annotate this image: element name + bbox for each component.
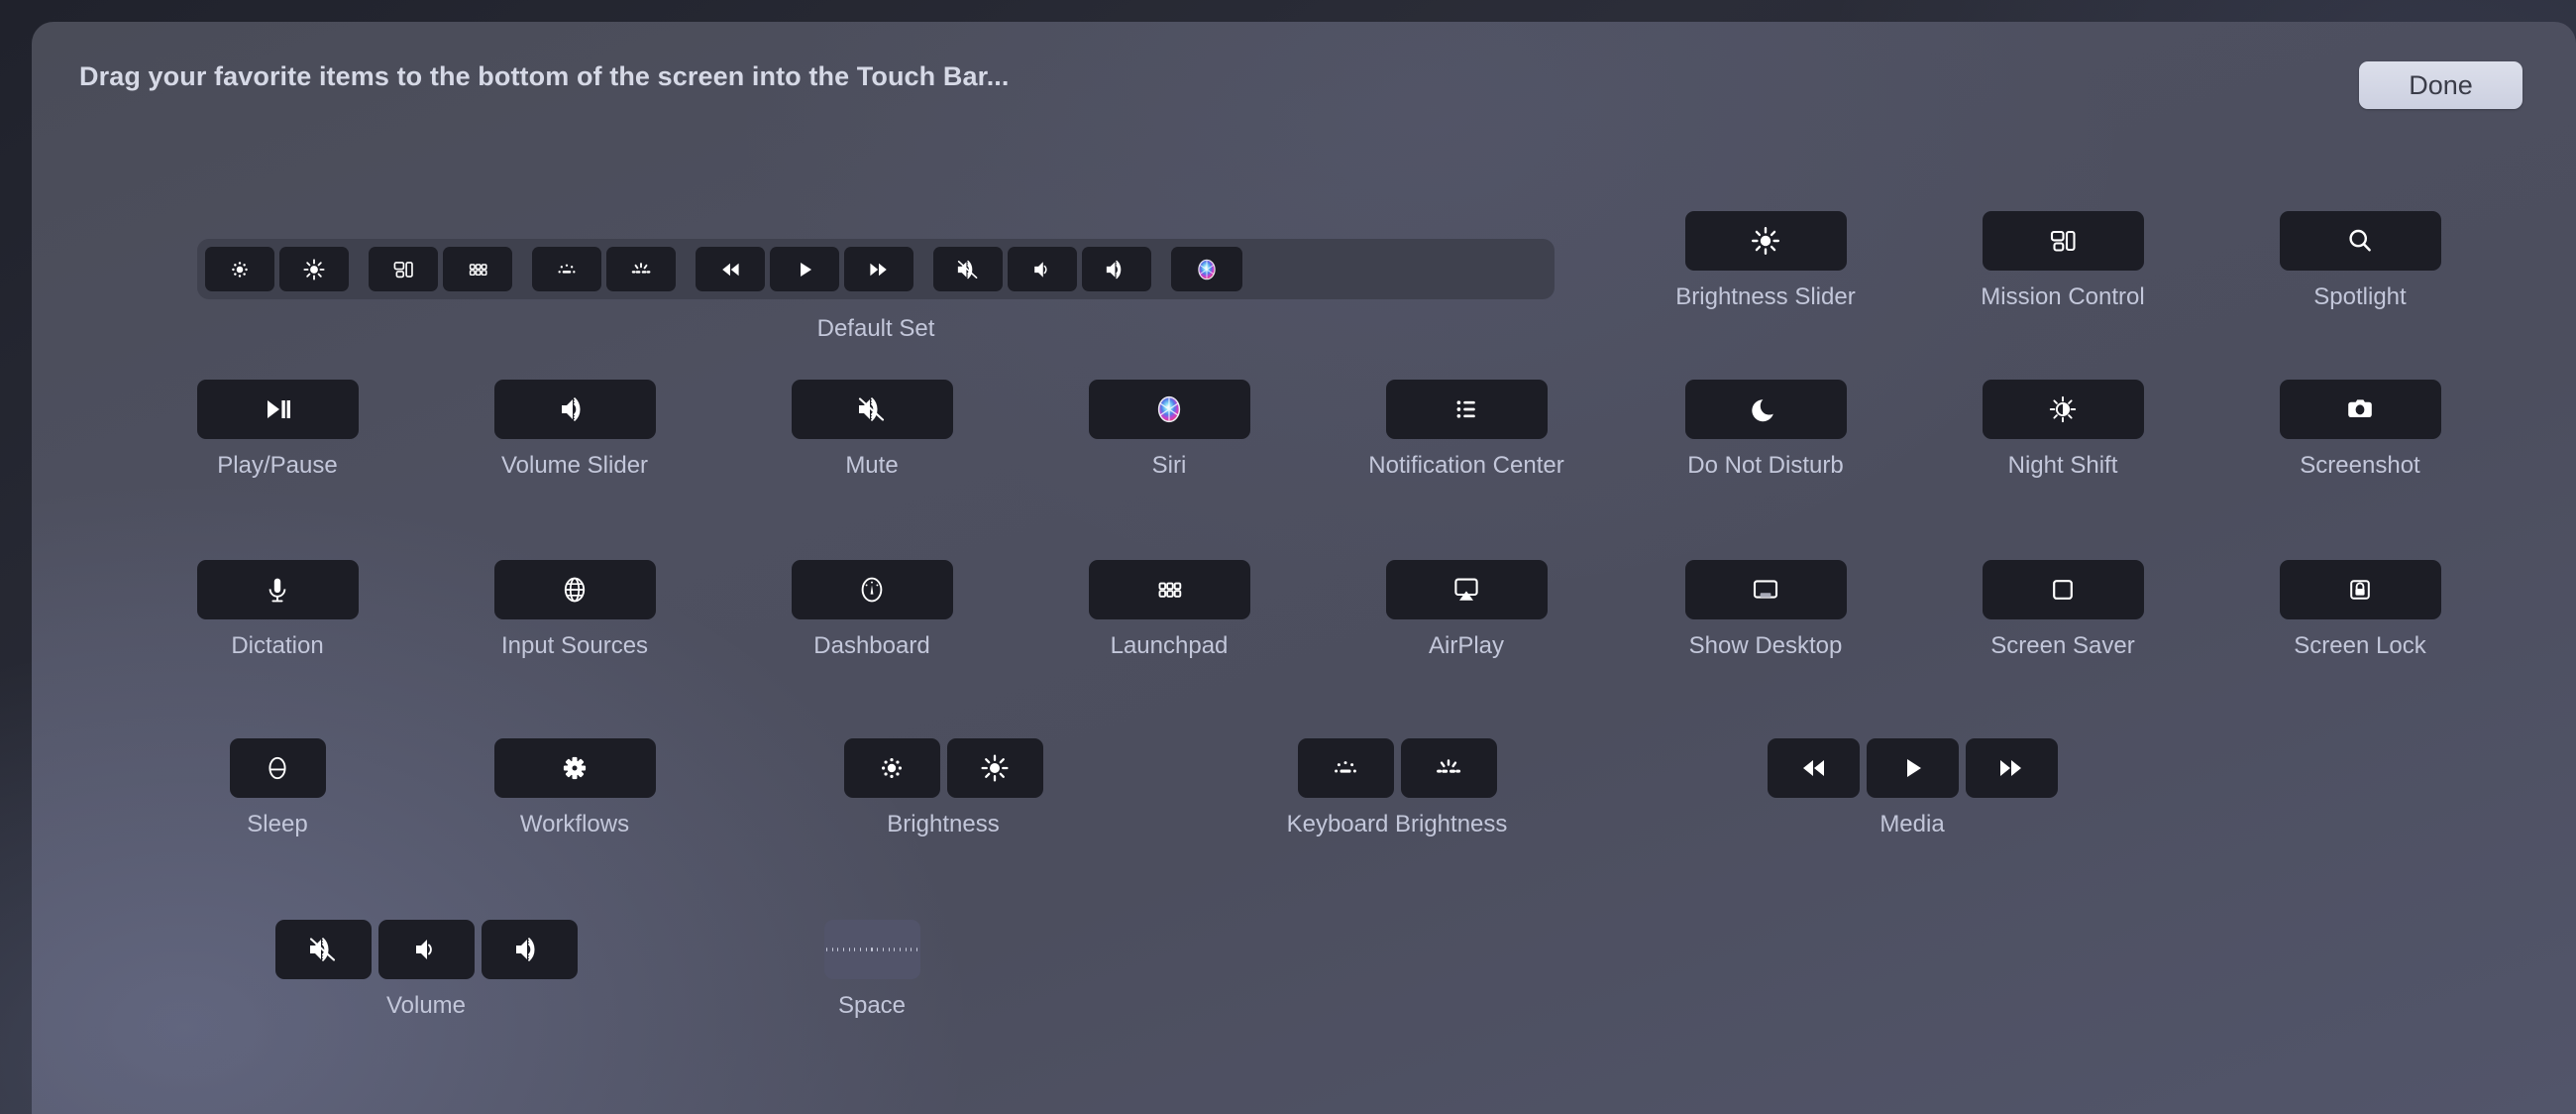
touch-bar-item-grid: Brightness Slider Mission Control Spotligh… bbox=[32, 22, 2576, 1114]
key-screen-lock-icon[interactable] bbox=[2279, 560, 2441, 619]
touch-bar-item-media[interactable]: Media bbox=[1318, 738, 2507, 838]
item-label: Screenshot bbox=[2300, 452, 2420, 479]
touch-bar-item-space[interactable]: Space bbox=[277, 920, 1466, 1020]
key-spotlight-icon[interactable] bbox=[2279, 211, 2441, 271]
item-label: Media bbox=[1879, 811, 1945, 837]
fast-forward-icon bbox=[1966, 748, 2058, 788]
item-keys bbox=[1767, 738, 2058, 798]
touch-bar-item-screenshot[interactable]: Screenshot bbox=[1766, 380, 2576, 480]
screen-lock-icon bbox=[2280, 570, 2441, 610]
touch-bar-item-screen-lock[interactable]: Screen Lock bbox=[1766, 560, 2576, 660]
item-keys bbox=[2279, 380, 2441, 439]
item-keys bbox=[2279, 560, 2441, 619]
rewind-icon bbox=[1768, 748, 1860, 788]
screen: Drag your favorite items to the bottom o… bbox=[0, 0, 2576, 1114]
key-play-icon[interactable] bbox=[1866, 738, 1959, 798]
space-icon bbox=[824, 947, 920, 951]
item-keys bbox=[2279, 211, 2441, 271]
item-label: Space bbox=[837, 992, 907, 1019]
item-label: Spotlight bbox=[2313, 283, 2407, 310]
item-keys bbox=[823, 920, 920, 979]
key-rewind-icon[interactable] bbox=[1767, 738, 1860, 798]
key-space-icon[interactable] bbox=[823, 920, 920, 979]
touch-bar-customize-panel: Drag your favorite items to the bottom o… bbox=[32, 22, 2576, 1114]
item-label: Screen Lock bbox=[2294, 632, 2426, 659]
key-fast-forward-icon[interactable] bbox=[1965, 738, 2058, 798]
play-icon bbox=[1867, 748, 1959, 788]
touch-bar-item-spotlight[interactable]: Spotlight bbox=[1766, 211, 2576, 311]
spotlight-icon bbox=[2280, 221, 2441, 261]
screenshot-icon bbox=[2280, 390, 2441, 429]
key-screenshot-icon[interactable] bbox=[2279, 380, 2441, 439]
